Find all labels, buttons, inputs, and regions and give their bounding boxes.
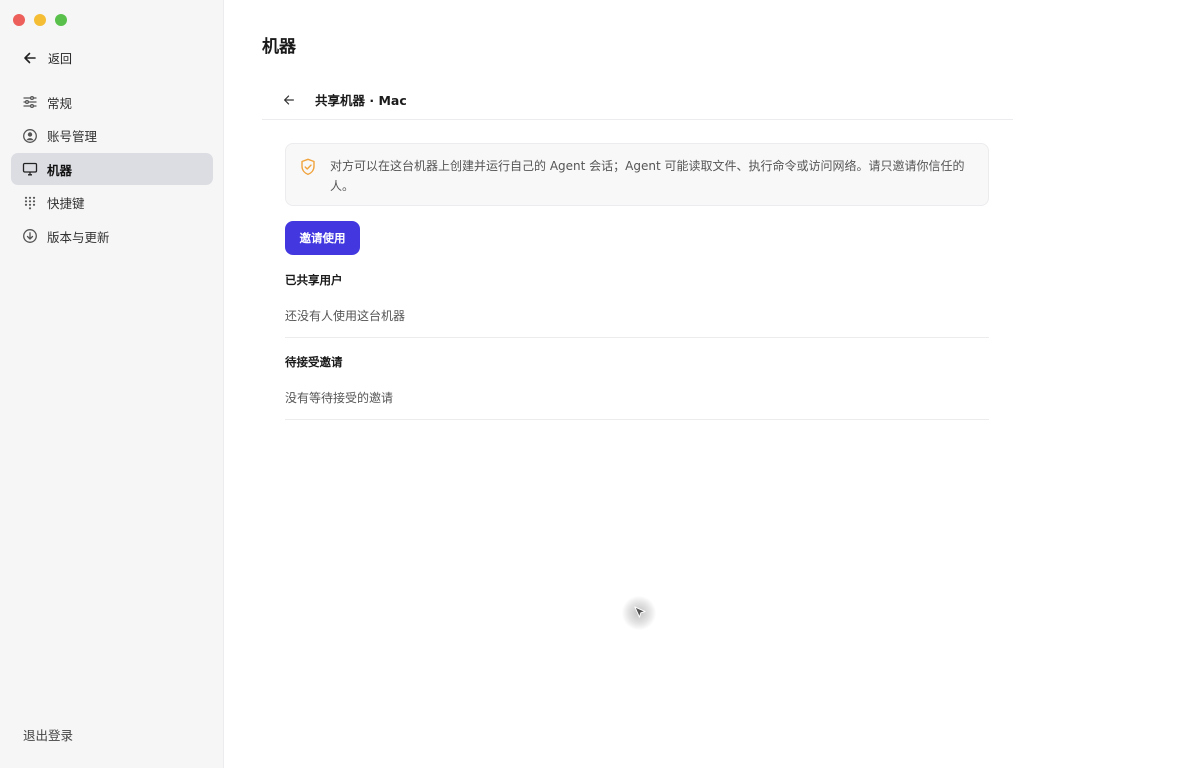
user-circle-icon (23, 128, 37, 143)
sidebar-item-label: 版本与更新 (47, 229, 110, 245)
mouse-cursor (622, 596, 656, 630)
shared-users-empty-text: 还没有人使用这台机器 (285, 309, 406, 323)
cursor-arrow-icon (634, 606, 646, 618)
shared-users-heading: 已共享用户 (285, 273, 343, 287)
sidebar-back-button[interactable]: 返回 (22, 48, 72, 68)
settings-window: 返回 常规 账号管理 机器 快捷键 版本与更新 退出登录 机器 共享机器 · M… (0, 0, 1199, 768)
sidebar-item-machines[interactable]: 机器 (11, 153, 213, 186)
sidebar-item-label: 常规 (47, 95, 73, 111)
maximize-window-button[interactable] (55, 14, 67, 26)
sidebar-item-general[interactable]: 常规 (11, 86, 213, 118)
sidebar-item-version-updates[interactable]: 版本与更新 (11, 220, 213, 252)
subheader-back-button[interactable] (282, 91, 300, 109)
sidebar-item-label: 账号管理 (47, 129, 98, 145)
sidebar-nav: 常规 账号管理 机器 快捷键 版本与更新 (11, 86, 213, 254)
pending-invites-heading: 待接受邀请 (285, 355, 343, 369)
sidebar-item-shortcuts[interactable]: 快捷键 (11, 187, 213, 219)
monitor-icon (22, 163, 38, 176)
download-circle-icon (23, 229, 37, 244)
pending-invites-empty-text: 没有等待接受的邀请 (285, 391, 394, 405)
subheader-title: 共享机器 · Mac (315, 93, 407, 108)
window-controls (13, 14, 67, 26)
sliders-icon (23, 95, 37, 109)
notice-text: 对方可以在这台机器上创建并运行自己的 Agent 会话；Agent 可能读取文件… (330, 159, 965, 193)
shield-check-icon (301, 158, 315, 176)
sidebar-item-account[interactable]: 账号管理 (11, 120, 213, 152)
invite-button[interactable]: 邀请使用 (285, 221, 360, 255)
pending-invites-empty-state: 没有等待接受的邀请 (285, 376, 989, 420)
close-window-button[interactable] (13, 14, 25, 26)
sidebar-back-label: 返回 (48, 51, 73, 66)
security-notice: 对方可以在这台机器上创建并运行自己的 Agent 会话；Agent 可能读取文件… (285, 143, 989, 206)
subheader: 共享机器 · Mac (262, 80, 1013, 120)
sidebar: 返回 常规 账号管理 机器 快捷键 版本与更新 退出登录 (0, 0, 224, 768)
page-title: 机器 (262, 37, 296, 57)
shared-users-empty-state: 还没有人使用这台机器 (285, 294, 989, 338)
sidebar-item-label: 机器 (47, 162, 73, 178)
minimize-window-button[interactable] (34, 14, 46, 26)
logout-button[interactable]: 退出登录 (23, 725, 73, 744)
arrow-left-icon (24, 52, 36, 64)
sidebar-item-label: 快捷键 (47, 196, 85, 212)
arrow-left-icon (284, 94, 294, 105)
keypad-icon (24, 196, 36, 210)
